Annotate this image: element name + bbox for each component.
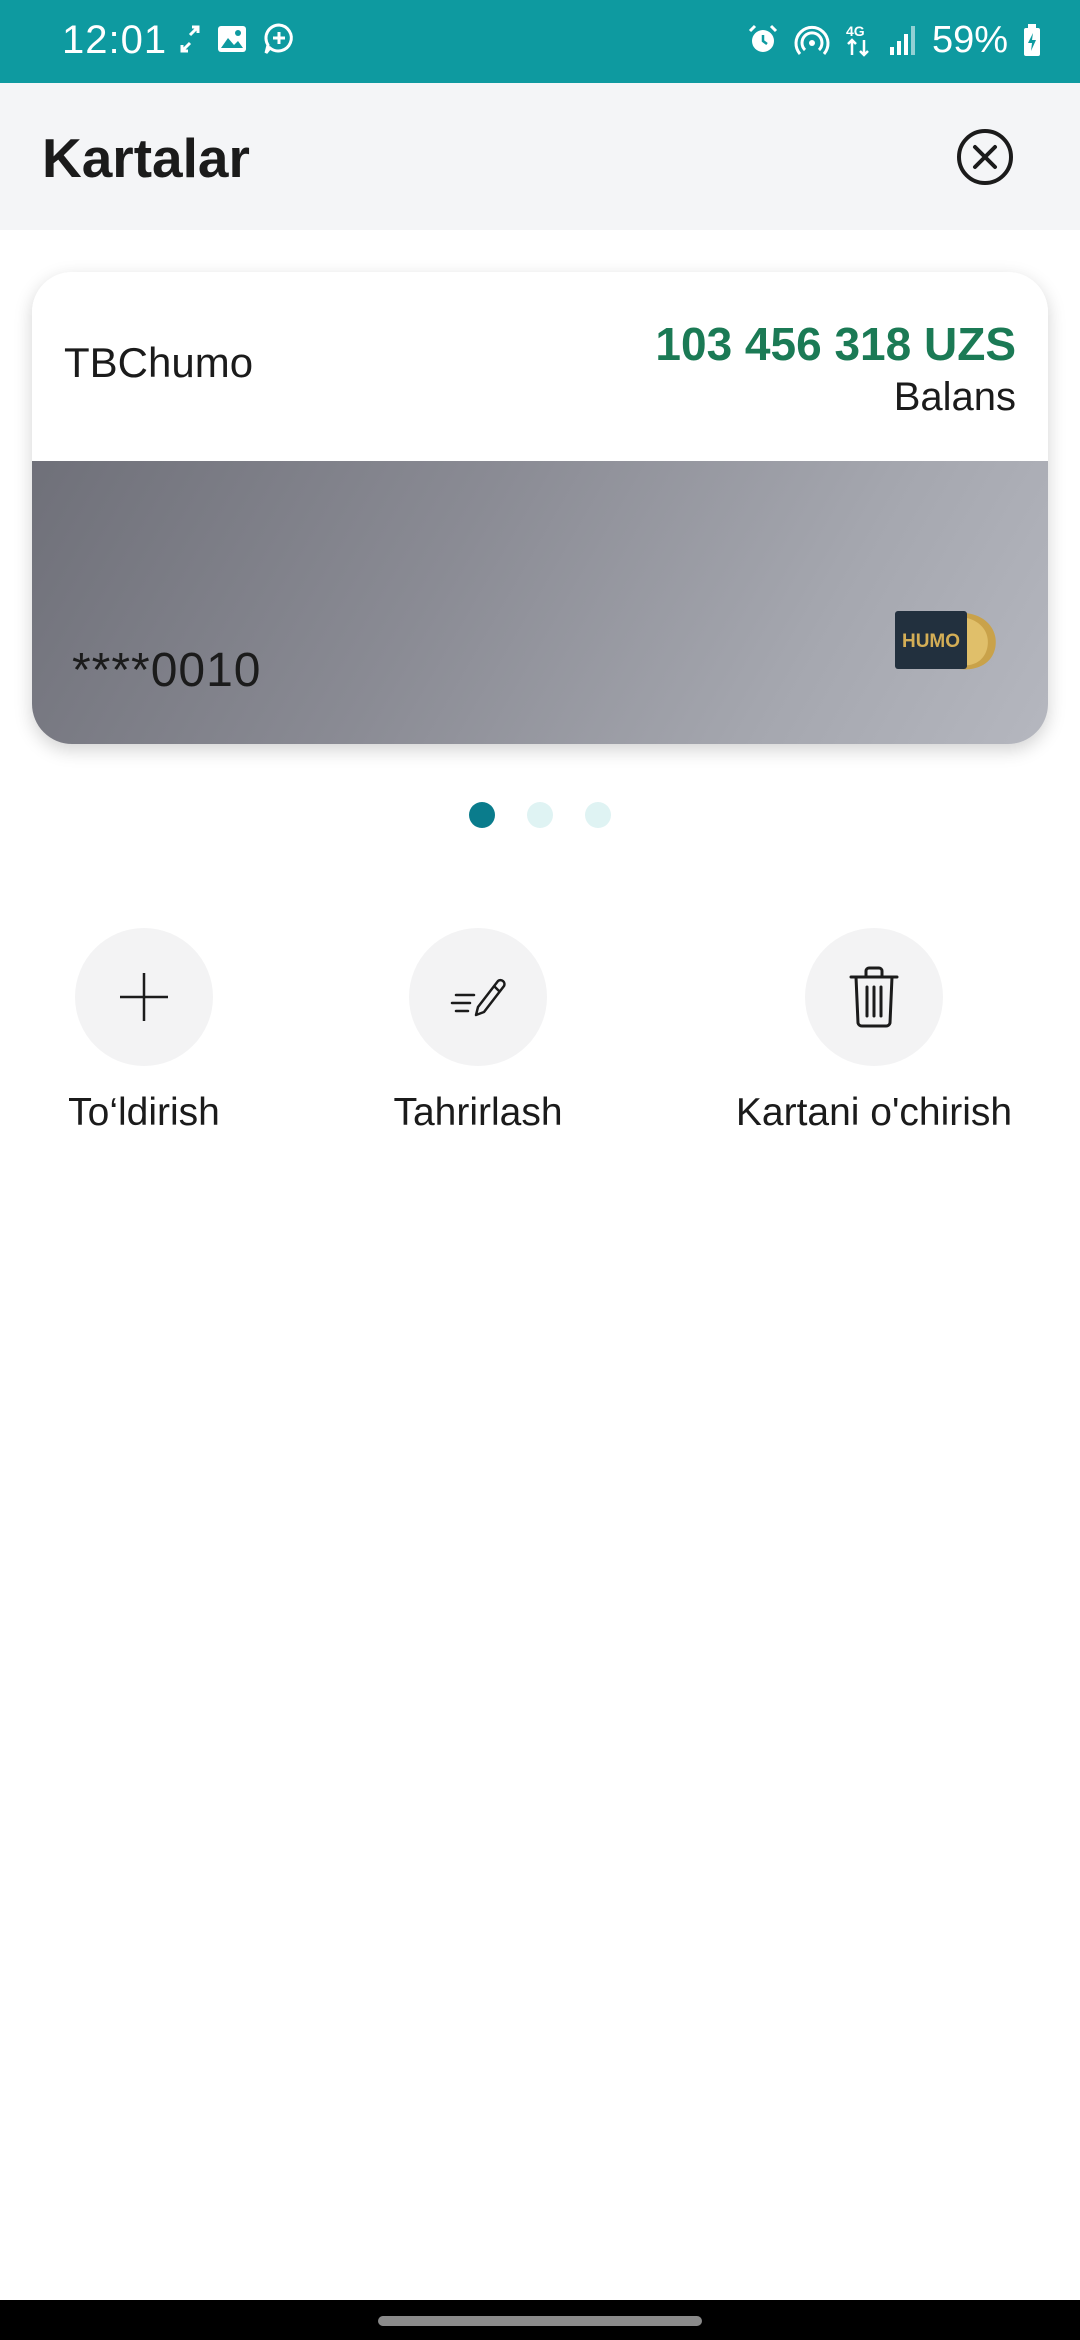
edit-button[interactable]: Tahrirlash	[378, 928, 578, 1138]
humo-logo: HUMO	[895, 611, 996, 670]
top-up-circle	[75, 928, 213, 1066]
top-up-button[interactable]: To‘ldirish	[54, 928, 234, 1138]
home-gesture-handle[interactable]	[378, 2316, 702, 2326]
delete-card-button[interactable]: Kartani o'chirish	[724, 928, 1024, 1138]
transfer-icon	[180, 25, 200, 53]
status-time: 12:01	[62, 18, 168, 62]
card-number: ****0010	[72, 644, 262, 697]
trash-icon	[849, 966, 899, 1028]
edit-label: Tahrirlash	[393, 1091, 563, 1134]
pagination-dot[interactable]	[469, 802, 495, 828]
pagination-dot[interactable]	[585, 802, 611, 828]
status-bar: 12:01 4G 59%	[0, 0, 1080, 83]
svg-text:4G: 4G	[846, 23, 865, 39]
4g-icon: 4G	[846, 23, 869, 57]
message-icon	[264, 23, 293, 54]
status-left-icons	[178, 22, 296, 56]
battery-percentage: 59%	[931, 19, 1008, 61]
pagination-dot[interactable]	[527, 802, 553, 828]
bank-card[interactable]: TBChumo 103 456 318 UZS Balans ****0010 …	[32, 272, 1048, 744]
card-header: TBChumo 103 456 318 UZS Balans	[32, 272, 1048, 461]
card-balance: 103 456 318 UZS	[655, 318, 1016, 370]
card-balance-label: Balans	[893, 375, 1016, 419]
plus-icon	[120, 973, 168, 1021]
delete-card-circle	[805, 928, 943, 1066]
card-name: TBChumo	[64, 339, 254, 386]
card-pagination	[0, 802, 1080, 828]
image-icon	[218, 26, 246, 52]
signal-icon	[889, 26, 915, 55]
header: Kartalar	[0, 83, 1080, 230]
card-body: ****0010 HUMO	[32, 461, 1048, 744]
screen: 12:01 4G 59% Kartalar TBChumo 103 456 31…	[0, 0, 1080, 2340]
hotspot-icon	[794, 25, 830, 55]
humo-logo-text: HUMO	[902, 631, 960, 652]
close-icon	[957, 129, 1013, 185]
battery-charging-icon	[1024, 24, 1040, 56]
edit-circle	[409, 928, 547, 1066]
page-title: Kartalar	[42, 127, 250, 189]
alarm-icon	[748, 24, 777, 52]
status-right: 4G 59%	[746, 14, 1042, 66]
delete-card-label: Kartani o'chirish	[735, 1091, 1013, 1134]
navigation-bar	[0, 2300, 1080, 2340]
edit-icon	[450, 978, 506, 1017]
top-up-label: To‘ldirish	[68, 1091, 220, 1134]
close-button[interactable]	[955, 127, 1015, 187]
